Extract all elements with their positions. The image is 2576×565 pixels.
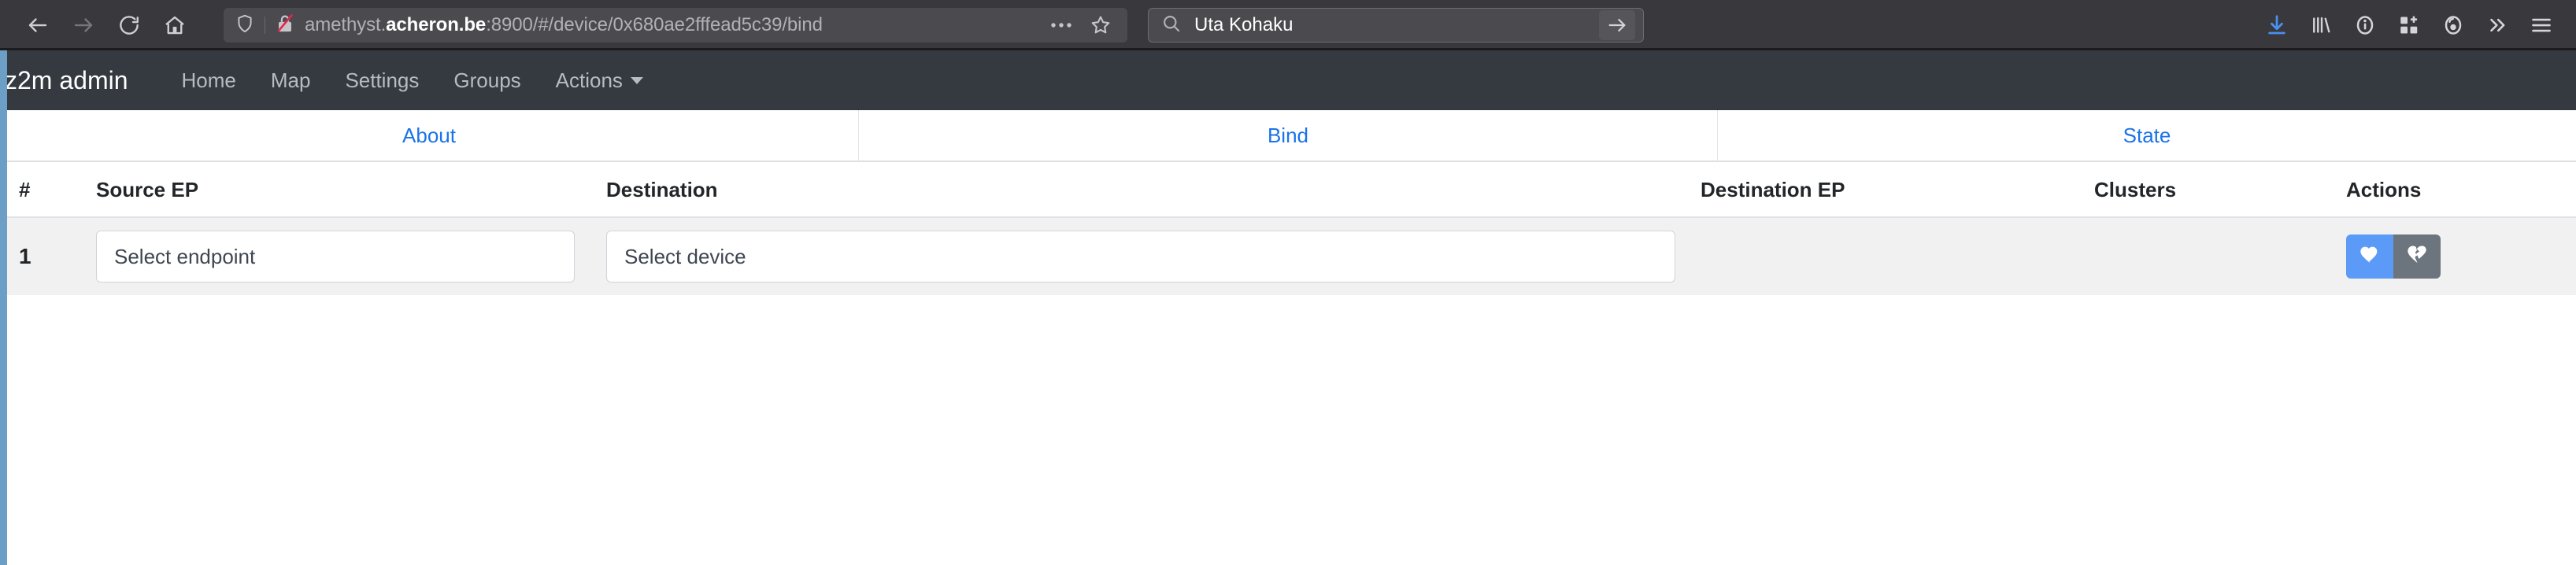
navbar-links: Home Map Settings Groups Actions [165,68,661,93]
nav-item-home[interactable]: Home [165,68,254,93]
back-icon[interactable] [20,8,55,42]
cell-row-index: 1 [0,217,96,295]
heart-icon [2359,244,2381,270]
row-action-buttons [2346,234,2441,279]
header-destination-ep: Destination EP [1701,162,2094,218]
browser-nav-buttons [14,8,192,42]
nav-item-actions[interactable]: Actions [539,68,661,93]
extensions-icon[interactable] [2392,8,2426,42]
row-index-label: 1 [19,244,31,268]
heart-broken-icon [2406,244,2428,270]
lock-crossed-out-icon[interactable] [275,13,295,39]
search-icon [1161,13,1182,38]
nav-item-settings-label: Settings [345,68,420,92]
nav-item-map-label: Map [270,68,311,92]
reload-icon[interactable] [112,8,146,42]
destination-device-select[interactable]: Select device [606,231,1675,282]
forward-icon[interactable] [66,8,101,42]
source-endpoint-select[interactable]: Select endpoint [96,231,575,282]
nav-item-settings[interactable]: Settings [328,68,436,93]
pocket-info-icon[interactable] [2348,8,2382,42]
ellipsis-icon[interactable] [1044,8,1079,42]
header-destination: Destination [606,162,1701,218]
header-clusters: Clusters [2094,162,2346,218]
search-go-icon[interactable] [1599,10,1635,40]
cell-actions [2346,217,2576,295]
bind-table-head: # Source EP Destination Destination EP C… [0,162,2576,218]
browser-toolbar-icons [2260,8,2562,42]
url-suffix: :8900/#/device/0x680ae2fffead5c39/bind [486,14,823,35]
chevron-double-right-icon[interactable] [2480,8,2515,42]
bind-table: # Source EP Destination Destination EP C… [0,162,2576,295]
shield-icon[interactable] [235,13,255,38]
unbind-button[interactable] [2393,234,2441,279]
search-input[interactable]: Uta Kohaku [1194,14,1599,36]
nav-item-map[interactable]: Map [254,68,328,93]
cell-destination-ep [1701,217,2094,295]
hamburger-menu-icon[interactable] [2524,8,2559,42]
url-host: acheron.be [386,14,487,35]
brand-title[interactable]: z2m admin [5,66,128,95]
tab-state[interactable]: State [1718,110,2576,161]
home-icon[interactable] [157,8,192,42]
page-scrollbar[interactable] [0,50,7,565]
header-num: # [0,162,96,218]
header-source-ep: Source EP [96,162,606,218]
account-avatar-icon[interactable] [2436,8,2471,42]
url-text[interactable]: amethyst.acheron.be:8900/#/device/0x680a… [305,14,1044,36]
cell-source-ep: Select endpoint [96,217,606,295]
bind-table-body: 1 Select endpoint Select device [0,217,2576,295]
nav-item-groups-label: Groups [453,68,521,92]
nav-item-groups[interactable]: Groups [436,68,538,93]
tab-state-label: State [2123,123,2171,147]
device-tabbar: About Bind State [0,110,2576,162]
url-prefix: amethyst. [305,14,387,35]
nav-item-actions-label: Actions [555,68,623,92]
star-icon[interactable] [1083,8,1118,42]
page-area: z2m admin Home Map Settings Groups Actio… [0,50,2576,565]
chevron-down-icon [630,76,643,84]
download-icon[interactable] [2260,8,2294,42]
tab-bind-label: Bind [1267,123,1309,147]
library-icon[interactable] [2304,8,2338,42]
cell-clusters [2094,217,2346,295]
search-bar[interactable]: Uta Kohaku [1148,8,1644,42]
tab-bind[interactable]: Bind [859,110,1718,161]
table-header-row: # Source EP Destination Destination EP C… [0,162,2576,218]
app-navbar: z2m admin Home Map Settings Groups Actio… [0,50,2576,110]
tab-about-label: About [402,123,456,147]
bind-button[interactable] [2346,234,2393,279]
cell-destination: Select device [606,217,1701,295]
header-actions: Actions [2346,162,2576,218]
urlbar-actions [1044,8,1118,42]
tab-about[interactable]: About [0,110,859,161]
url-bar[interactable]: amethyst.acheron.be:8900/#/device/0x680a… [224,8,1127,42]
table-row: 1 Select endpoint Select device [0,217,2576,295]
browser-chrome: amethyst.acheron.be:8900/#/device/0x680a… [0,0,2576,50]
nav-item-home-label: Home [181,68,236,92]
